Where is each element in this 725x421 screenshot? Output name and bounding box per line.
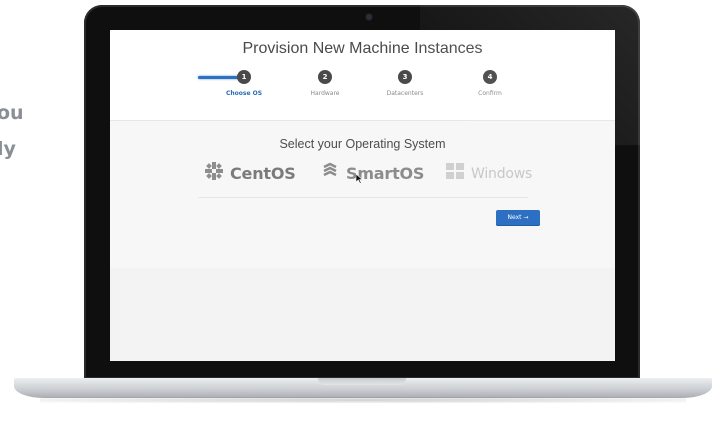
side-text-line-2: ly — [0, 138, 16, 160]
lower-panel — [110, 268, 615, 361]
step-label: Choose OS — [225, 90, 263, 97]
step-datacenters[interactable]: 3 Datacenters — [365, 70, 445, 97]
step-number: 4 — [483, 70, 497, 84]
laptop-notch — [318, 378, 406, 385]
windows-icon — [445, 162, 465, 185]
step-label: Datacenters — [386, 90, 424, 97]
os-name: CentOS — [230, 164, 296, 183]
section-title: Select your Operating System — [279, 137, 446, 151]
centos-icon — [204, 161, 224, 186]
smartos-icon — [320, 161, 340, 186]
step-label: Hardware — [310, 90, 340, 97]
step-number: 3 — [398, 70, 412, 84]
step-number: 1 — [237, 70, 251, 84]
laptop-screen: Provision New Machine Instances 1 Choose… — [110, 30, 615, 361]
mouse-pointer-icon — [355, 171, 364, 184]
step-hardware[interactable]: 2 Hardware — [285, 70, 365, 97]
camera-icon — [366, 14, 372, 20]
laptop-shadow — [40, 397, 686, 403]
next-button[interactable]: Next → — [496, 210, 540, 226]
section-divider — [198, 197, 528, 198]
step-label: Confirm — [478, 90, 502, 97]
page-title: Provision New Machine Instances — [242, 40, 483, 57]
os-name: Windows — [471, 165, 533, 182]
side-text: ou ly — [0, 95, 24, 167]
os-option-centos[interactable]: CentOS — [204, 161, 296, 186]
wizard-header: Provision New Machine Instances 1 Choose… — [110, 30, 615, 121]
step-confirm[interactable]: 4 Confirm — [450, 70, 530, 97]
os-option-windows[interactable]: Windows — [445, 162, 532, 185]
step-choose-os[interactable]: 1 Choose OS — [204, 70, 284, 97]
os-option-smartos[interactable]: SmartOS — [320, 161, 424, 186]
step-number: 2 — [318, 70, 332, 84]
side-text-line-1: ou — [0, 102, 24, 124]
wizard-steps: 1 Choose OS 2 Hardware 3 Datacenters 4 C… — [110, 70, 615, 110]
